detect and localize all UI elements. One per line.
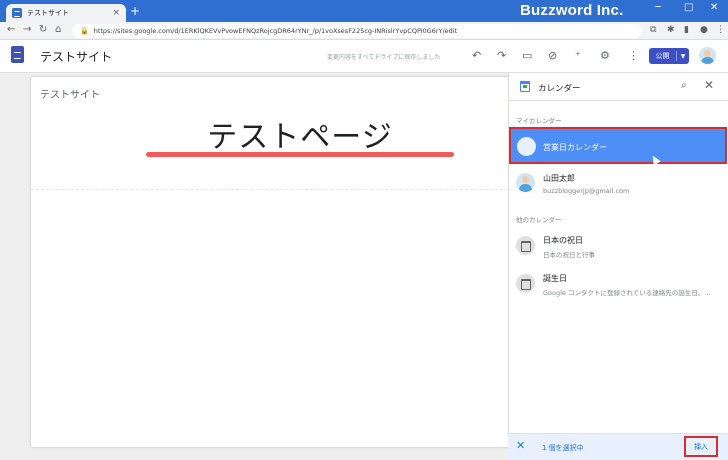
link-icon[interactable]: ⊘	[548, 50, 557, 62]
new-tab-button[interactable]: +	[130, 5, 140, 17]
redo-icon[interactable]: ↷	[497, 50, 506, 62]
google-calendar-icon	[520, 81, 530, 92]
window-close-icon[interactable]: ✕	[710, 2, 718, 13]
section-divider	[31, 189, 508, 190]
sites-favicon-icon	[12, 8, 22, 18]
search-icon[interactable]: ⌕	[681, 80, 687, 91]
google-sites-logo-icon[interactable]	[11, 46, 24, 63]
calendar-sub: 日本の祝日と行事	[543, 251, 595, 259]
tab-close-icon[interactable]: ×	[112, 8, 120, 18]
extension-icon[interactable]: ⧉	[650, 25, 656, 35]
minimize-icon[interactable]: ─	[655, 2, 661, 13]
save-status: 変更内容をすべてドライブに保存しました	[327, 54, 441, 61]
user-avatar-icon	[516, 173, 535, 192]
reload-icon[interactable]: ↻	[39, 24, 47, 36]
share-icon[interactable]: ⁺	[575, 50, 581, 62]
calendar-name: 営業日カレンダー	[543, 143, 607, 152]
undo-icon[interactable]: ↶	[472, 50, 481, 62]
preview-icon[interactable]: ▭	[522, 50, 532, 62]
url-text: https://sites.google.com/d/1ERKlQKEVvPvo…	[93, 27, 458, 35]
forward-icon[interactable]: →	[23, 24, 31, 36]
calendar-icon	[516, 274, 535, 293]
calendar-sub: buzzbloggerjp@gmail.com	[543, 187, 630, 195]
publish-button[interactable]: 公開 ▼	[649, 48, 689, 64]
profile-icon[interactable]: ●	[700, 25, 708, 35]
title-underline-annotation	[146, 152, 454, 157]
page-site-title[interactable]: テストサイト	[40, 86, 100, 101]
calendar-name: 誕生日	[543, 274, 567, 283]
menu-icon[interactable]: ⋮	[716, 25, 725, 35]
calendar-name: 日本の祝日	[543, 236, 583, 245]
calendar-name: 山田太郎	[543, 174, 575, 183]
clear-selection-icon[interactable]: ✕	[516, 439, 525, 452]
selected-count: 1 個を選択中	[542, 444, 584, 452]
publish-dropdown-icon[interactable]: ▼	[677, 53, 689, 60]
url-field[interactable]: 🔒 https://sites.google.com/d/1ERKlQKEVvP…	[72, 24, 642, 38]
site-name[interactable]: テストサイト	[40, 48, 112, 65]
calendar-item-yamada[interactable]: 山田太郎 buzzbloggerjp@gmail.com	[508, 170, 728, 200]
calendar-icon	[516, 236, 535, 255]
settings-icon[interactable]: ⚙	[600, 50, 610, 62]
calendar-sub: Google コンタクトに登録されている連絡先の誕生日、...	[543, 289, 711, 297]
back-icon[interactable]: ←	[7, 24, 15, 36]
publish-label[interactable]: 公開	[649, 51, 677, 61]
calendar-item-birthdays[interactable]: 誕生日 Google コンタクトに登録されている連絡先の誕生日、...	[508, 270, 728, 300]
puzzle-icon[interactable]: ✱	[667, 25, 675, 35]
page-title[interactable]: テストページ	[150, 112, 450, 156]
tab-title: テストサイト	[27, 9, 69, 17]
account-avatar[interactable]	[699, 47, 716, 64]
insert-button[interactable]: 挿入	[684, 436, 718, 457]
calendar-item-eigyobi[interactable]: 営業日カレンダー	[509, 127, 727, 164]
home-icon[interactable]: ⌂	[55, 24, 61, 36]
more-icon[interactable]: ⋮	[628, 50, 639, 62]
maximize-icon[interactable]: □	[684, 2, 693, 13]
lock-icon: 🔒	[80, 27, 89, 35]
brand-watermark: Buzzword Inc.	[520, 2, 624, 19]
calendar-item-holidays[interactable]: 日本の祝日 日本の祝日と行事	[508, 232, 728, 262]
panel-title: カレンダー	[538, 84, 581, 94]
other-calendars-label: 他のカレンダー	[516, 216, 562, 224]
browser-tab[interactable]: テストサイト ×	[6, 4, 126, 22]
sidepanel-icon[interactable]: ▮	[684, 25, 689, 35]
calendar-icon	[517, 137, 536, 156]
close-icon[interactable]: ✕	[704, 78, 714, 92]
my-calendars-label: マイカレンダー	[516, 117, 562, 125]
